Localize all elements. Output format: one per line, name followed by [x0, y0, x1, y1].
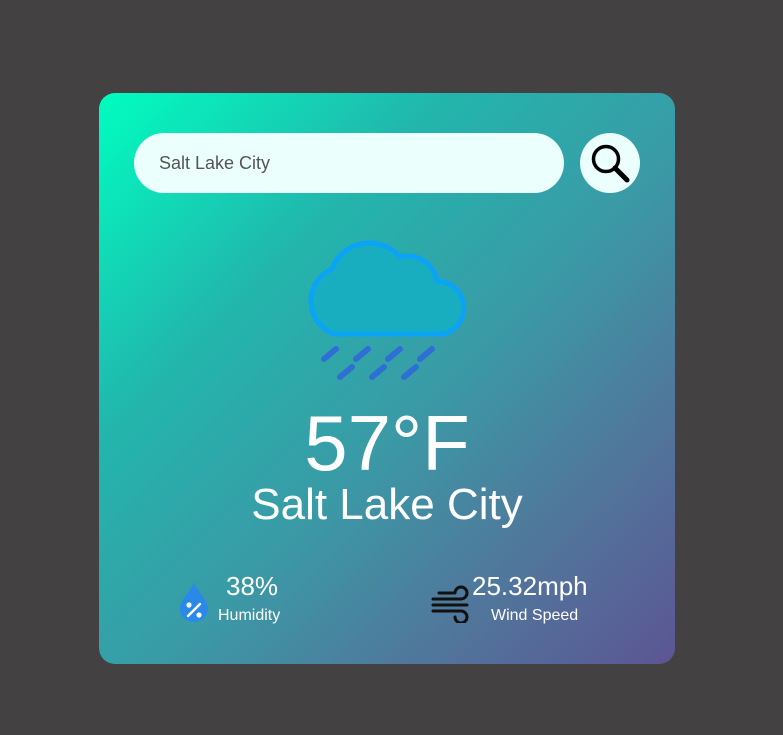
humidity-value: 38% [226, 571, 279, 601]
wind-label: Wind Speed [491, 607, 579, 624]
wind-detail: 25.32mph Wind Speed [431, 571, 611, 631]
temperature: 57°F [304, 399, 470, 487]
weather-card: 57°F Salt Lake City 38% Humidity 25.32mp… [99, 93, 675, 664]
search-button[interactable] [580, 133, 640, 193]
wind-icon [431, 585, 469, 623]
city-name: Salt Lake City [251, 480, 523, 529]
rain-cloud-icon [308, 240, 467, 380]
search-icon [591, 144, 630, 183]
wind-value: 25.32mph [472, 571, 588, 601]
humidity-detail: 38% Humidity [179, 571, 319, 631]
humidity-drop-icon [180, 583, 208, 622]
humidity-label: Humidity [218, 607, 281, 624]
search-input[interactable] [134, 133, 564, 193]
search-bar [134, 133, 640, 193]
